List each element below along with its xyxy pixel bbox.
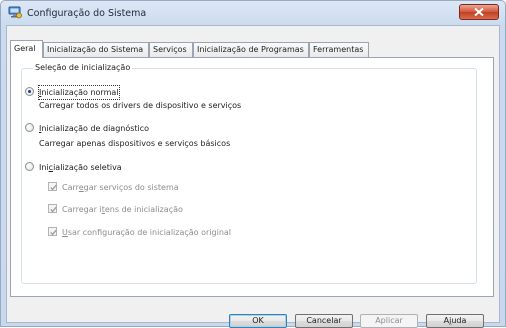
normal-startup-radio[interactable] — [25, 87, 34, 96]
tab-ferramentas[interactable]: Ferramentas — [309, 42, 369, 57]
tab-inicializacao-do-sistema[interactable]: Inicialização do Sistema — [43, 42, 149, 57]
window-title: Configuração do Sistema — [27, 8, 147, 19]
load-system-services-label: Carregar serviços do sistema — [62, 183, 179, 192]
apply-button[interactable]: Aplicar — [360, 314, 418, 328]
checkmark-icon — [50, 184, 57, 191]
normal-startup-label[interactable]: Inicialização normal — [38, 85, 120, 100]
diagnostic-startup-label[interactable]: Inicialização de diagnóstico — [39, 122, 149, 135]
title-bar[interactable]: Configuração do Sistema — [1, 1, 505, 25]
cancel-button[interactable]: Cancelar — [295, 314, 353, 328]
checkmark-icon — [50, 206, 57, 213]
tab-strip: Geral Inicialização do Sistema Serviços … — [10, 40, 490, 58]
close-icon — [474, 8, 484, 16]
close-button[interactable] — [459, 4, 499, 20]
tab-panel-geral: Seleção de inicialização Inicialização n… — [10, 57, 494, 297]
tab-geral[interactable]: Geral — [10, 40, 43, 58]
load-system-services-checkbox[interactable] — [48, 182, 57, 191]
checkmark-icon — [50, 229, 57, 236]
normal-startup-description: Carregar todos os drivers de dispositivo… — [39, 101, 242, 110]
selective-startup-radio[interactable] — [25, 162, 34, 171]
help-button[interactable]: Ajuda — [426, 314, 484, 328]
startup-selection-legend: Seleção de inicialização — [33, 63, 133, 72]
diagnostic-startup-description: Carregar apenas dispositivos e serviços … — [39, 139, 231, 148]
use-original-boot-config-checkbox[interactable] — [48, 227, 57, 236]
tab-servicos[interactable]: Serviços — [149, 42, 193, 57]
tab-inicializacao-de-programas[interactable]: Inicialização de Programas — [193, 42, 309, 57]
selective-startup-label[interactable]: Inicialização seletiva — [39, 161, 122, 174]
system-configuration-window: Configuração do Sistema Geral Inicializa… — [0, 0, 506, 328]
ok-button[interactable]: OK — [229, 314, 287, 328]
load-startup-items-checkbox[interactable] — [48, 204, 57, 213]
dialog-client-area: Geral Inicialização do Sistema Serviços … — [6, 25, 500, 328]
use-original-boot-config-label: Usar configuração de inicialização origi… — [62, 228, 232, 237]
system-config-icon — [8, 6, 22, 19]
diagnostic-startup-radio[interactable] — [25, 123, 34, 132]
load-startup-items-label: Carregar itens de inicialização — [62, 205, 183, 214]
